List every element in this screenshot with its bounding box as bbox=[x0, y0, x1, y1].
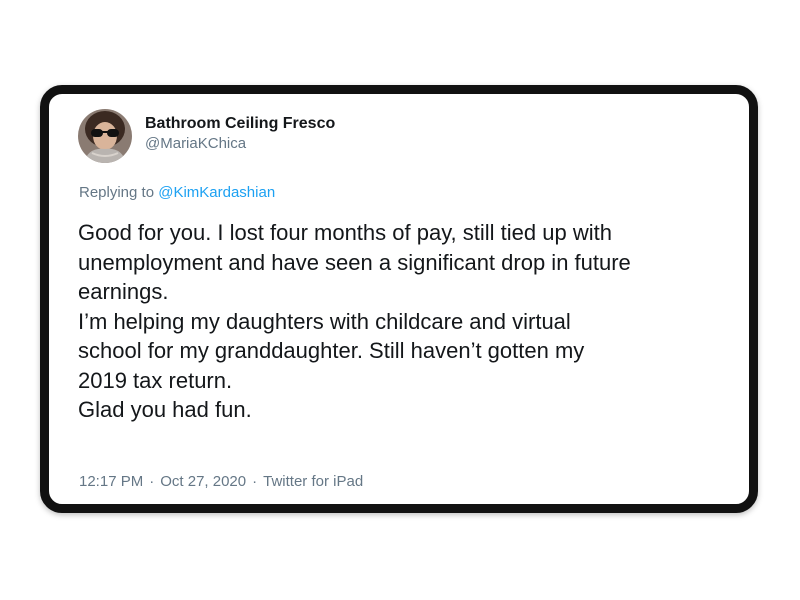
page: Bathroom Ceiling Fresco @MariaKChica Rep… bbox=[0, 0, 800, 600]
replying-to-line: Replying to @KimKardashian bbox=[79, 183, 275, 203]
avatar[interactable] bbox=[78, 109, 132, 163]
tweet-source[interactable]: Twitter for iPad bbox=[263, 473, 363, 490]
author-handle[interactable]: @MariaKChica bbox=[145, 134, 335, 153]
author-names: Bathroom Ceiling Fresco @MariaKChica bbox=[145, 114, 335, 153]
avatar-image bbox=[78, 109, 132, 163]
replying-prefix: Replying to bbox=[79, 184, 155, 201]
tweet-time[interactable]: 12:17 PM bbox=[79, 473, 143, 490]
tweet-card[interactable]: Bathroom Ceiling Fresco @MariaKChica Rep… bbox=[40, 85, 758, 513]
tweet-header: Bathroom Ceiling Fresco @MariaKChica bbox=[78, 109, 335, 163]
meta-separator: · bbox=[149, 473, 155, 490]
replying-to-mention[interactable]: @KimKardashian bbox=[158, 184, 275, 201]
tweet-paragraph: I’m helping my daughters with childcare … bbox=[78, 308, 585, 393]
meta-separator: · bbox=[252, 473, 258, 490]
tweet-date[interactable]: Oct 27, 2020 bbox=[160, 473, 246, 490]
tweet-body: Good for you. I lost four months of pay,… bbox=[78, 218, 738, 425]
author-display-name[interactable]: Bathroom Ceiling Fresco bbox=[145, 114, 335, 134]
tweet-meta: 12:17 PM · Oct 27, 2020 · Twitter for iPad bbox=[79, 472, 363, 492]
tweet-paragraph: Good for you. I lost four months of pay,… bbox=[78, 220, 631, 304]
tweet-paragraph: Glad you had fun. bbox=[78, 397, 252, 422]
